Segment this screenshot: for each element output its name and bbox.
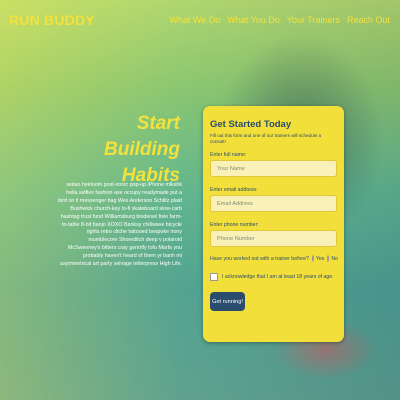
age-ack-row: I acknowledge that I am at least 18 year… — [210, 273, 338, 281]
signup-form: Get Started Today Fill out this form and… — [203, 106, 344, 342]
name-input[interactable] — [210, 160, 337, 177]
nav-link-what-you-do[interactable]: What You Do — [227, 15, 280, 25]
email-label: Enter email address: — [210, 187, 258, 193]
age-ack-checkbox[interactable] — [210, 273, 218, 281]
trainer-question-row: Have you worked out with a trainer befor… — [210, 255, 338, 262]
trainer-question-label: Have you worked out with a trainer befor… — [210, 255, 309, 262]
form-title: Get Started Today — [210, 119, 292, 130]
nav-link-reach-out[interactable]: Reach Out — [347, 15, 390, 25]
top-navbar: RUN BUDDY What We Do What You Do Your Tr… — [0, 0, 400, 44]
form-subtitle: Fill out this form and one of our traine… — [210, 133, 322, 144]
get-running-button[interactable]: Get running! — [210, 292, 245, 311]
trainer-no-label: No — [331, 255, 339, 262]
trainer-yes-radio[interactable] — [311, 255, 314, 262]
nav-link-what-we-do[interactable]: What We Do — [169, 15, 220, 25]
trainer-yes-label: Yes — [315, 255, 325, 262]
name-label: Enter full name: — [210, 152, 247, 158]
main-nav: What We Do What You Do Your Trainers Rea… — [169, 15, 390, 25]
hero-headline-line-1: Start Building — [104, 113, 180, 160]
brand-logo[interactable]: RUN BUDDY — [9, 12, 95, 28]
hero-headline: Start Building Habits — [60, 111, 180, 189]
trainer-no-radio[interactable] — [327, 255, 330, 262]
nav-link-your-trainers[interactable]: Your Trainers — [287, 15, 340, 25]
age-ack-label: I acknowledge that I am at least 18 year… — [222, 274, 334, 280]
hero-body-text: seitan heirloom post-ironic pop-up iPhon… — [58, 182, 182, 268]
email-input[interactable] — [210, 195, 337, 212]
phone-label: Enter phone number: — [210, 222, 259, 228]
phone-input[interactable] — [210, 230, 337, 247]
